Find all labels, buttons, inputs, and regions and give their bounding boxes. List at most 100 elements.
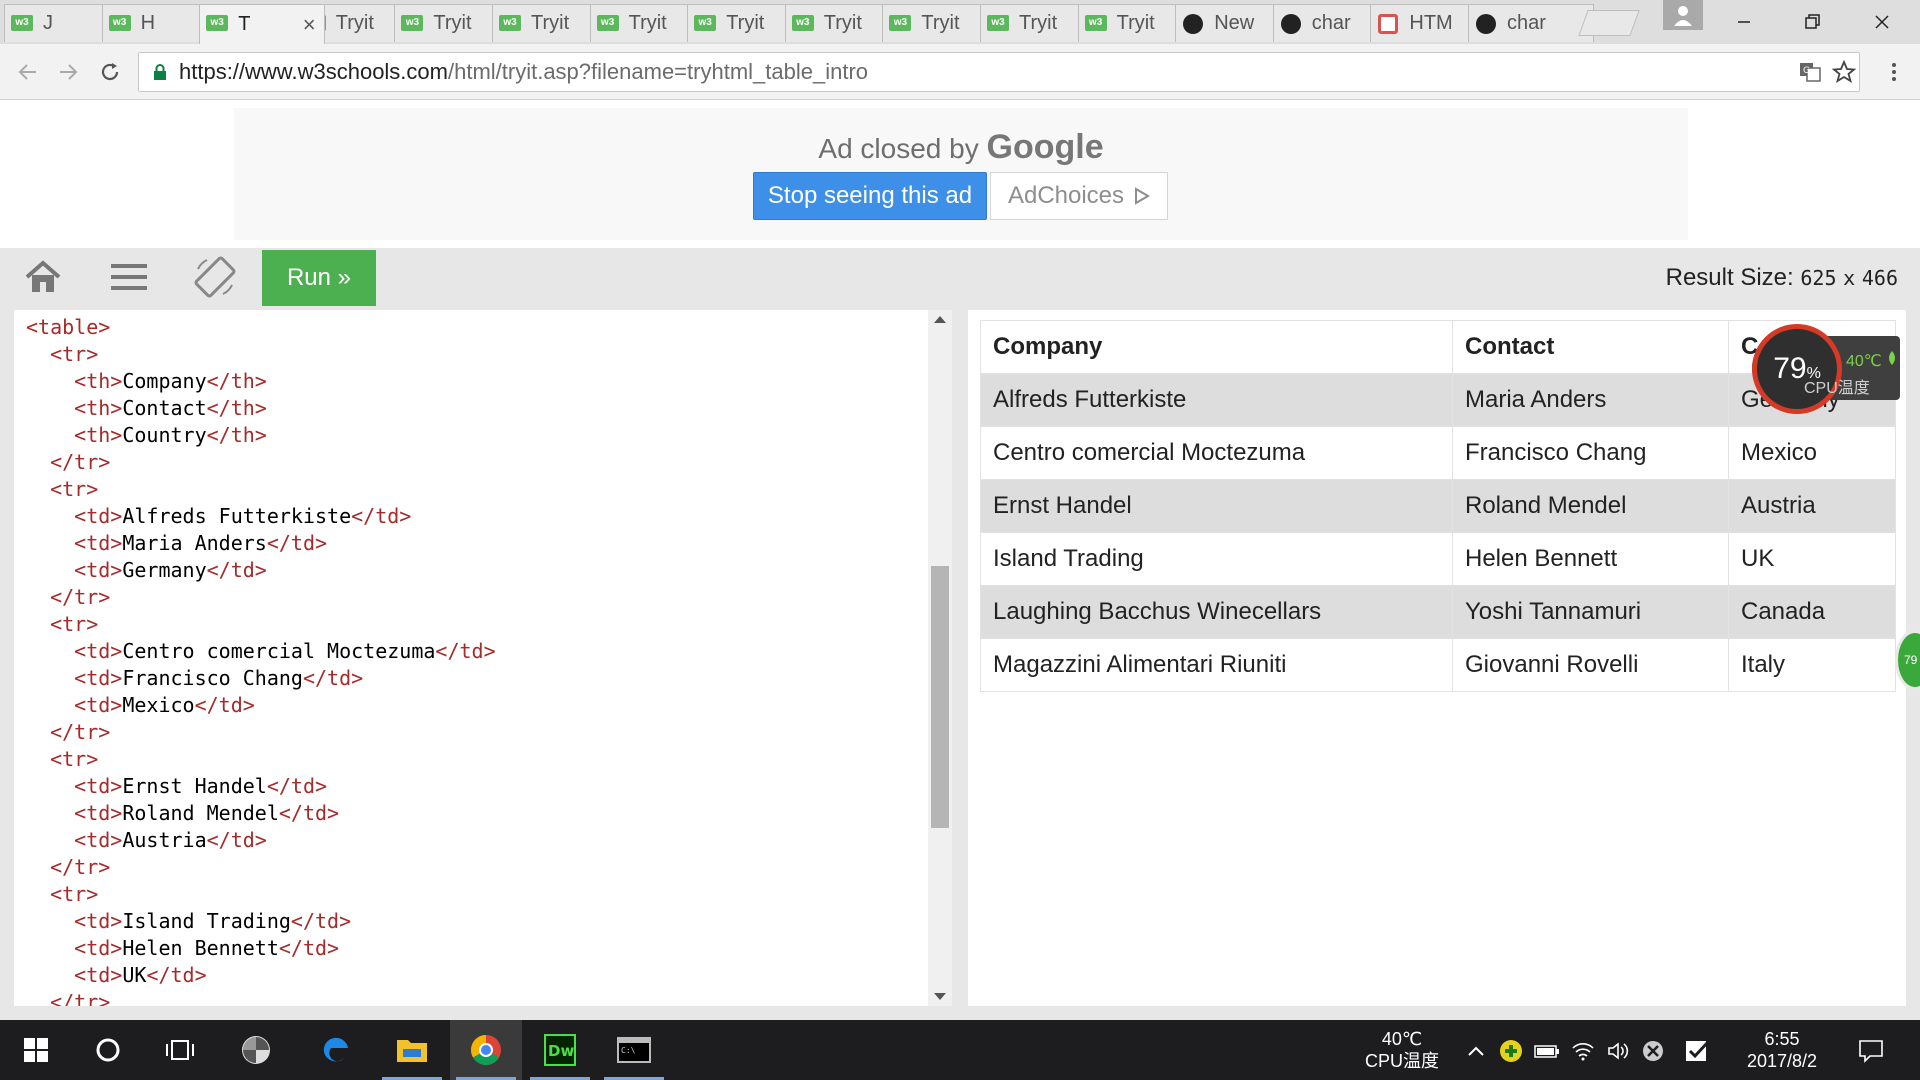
editor-scrollbar[interactable] (928, 310, 952, 1006)
github-icon (1183, 14, 1204, 34)
home-button[interactable] (18, 254, 68, 300)
code-line: </tr> (26, 584, 496, 611)
w3-favicon-icon: w3 (401, 15, 424, 31)
table-cell: Yoshi Tannamuri (1452, 585, 1729, 639)
edge-icon (323, 1037, 348, 1062)
tab-2[interactable]: w3 T × (199, 4, 326, 44)
tab-close-icon[interactable]: × (300, 12, 318, 38)
scroll-down-arrow[interactable] (934, 993, 946, 1000)
action-center-button[interactable] (1858, 1038, 1884, 1064)
code-tag: <td> (74, 693, 123, 717)
code-tag: <table> (26, 315, 111, 339)
close-window-button[interactable] (1852, 0, 1912, 44)
minimize-button[interactable] (1714, 0, 1774, 44)
rotate-orientation-button[interactable] (190, 254, 240, 300)
taskbar-app-chrome[interactable] (450, 1020, 522, 1080)
profile-button[interactable] (1663, 0, 1703, 30)
translate-button[interactable]: G (1792, 54, 1828, 90)
home-icon (25, 260, 61, 292)
code-line: <td>Roland Mendel</td> (26, 800, 496, 827)
clock-date: 2017/8/2 (1746, 1051, 1818, 1071)
adchoices-icon (1135, 187, 1151, 205)
cortana-circle-icon (96, 1038, 120, 1062)
code-editor[interactable]: <table> <tr> <th>Company</th> <th>Contac… (14, 310, 952, 1006)
stop-seeing-ad-button[interactable]: Stop seeing this ad (753, 172, 987, 220)
code-tag: </th> (206, 423, 267, 447)
cpu-usage-gauge[interactable]: 79% (1752, 324, 1842, 414)
bookmark-star-button[interactable] (1826, 54, 1862, 90)
run-button[interactable]: Run » (262, 250, 376, 306)
w3-favicon-icon: w3 (206, 15, 229, 31)
code-text-content: Germany (122, 558, 207, 582)
scrollbar-thumb[interactable] (931, 566, 949, 828)
ad-closed-text: Ad closed by Google (234, 128, 1688, 167)
code-text-content: Helen Bennett (122, 936, 279, 960)
code-line: <table> (26, 314, 496, 341)
code-line: <tr> (26, 611, 496, 638)
code-text-content: Francisco Chang (122, 666, 303, 690)
back-button[interactable] (10, 54, 46, 90)
w3-favicon-icon: w3 (1084, 15, 1107, 31)
browser-menu-button[interactable] (1876, 54, 1912, 90)
table-cell: Alfreds Futterkiste (980, 373, 1453, 427)
table-cell: Austria (1728, 479, 1896, 533)
minimize-icon (1738, 21, 1750, 23)
task-view-button[interactable] (144, 1020, 216, 1080)
address-bar[interactable]: https://www.w3schools.com/html/tryit.asp… (138, 52, 1860, 92)
code-tag: <th> (74, 369, 123, 393)
code-tag: </tr> (50, 990, 111, 1006)
html5-icon (1378, 14, 1399, 34)
restore-button[interactable] (1782, 0, 1842, 44)
cpu-label: CPU温度 (1804, 380, 1870, 397)
result-size: Result Size: 625 x 466 (1666, 264, 1898, 292)
code-line: <th>Country</th> (26, 422, 496, 449)
tray-cpu-temp[interactable]: 40℃ CPU温度 (1360, 1028, 1444, 1072)
code-text-content: Mexico (122, 693, 195, 717)
reload-button[interactable] (92, 54, 128, 90)
dreamweaver-icon: Dw (544, 1034, 576, 1066)
forward-button[interactable] (50, 54, 86, 90)
table-cell: Island Trading (980, 532, 1453, 586)
code-text-content: UK (122, 963, 147, 987)
tab-15[interactable]: char (1468, 4, 1594, 42)
show-hidden-icons-button[interactable] (1463, 1038, 1489, 1064)
code-tag: <th> (74, 396, 123, 420)
svg-text:C:\: C:\ (621, 1046, 636, 1055)
menu-button[interactable] (104, 254, 154, 300)
result-size-label: Result Size: (1665, 264, 1794, 291)
chevron-up-icon (1468, 1046, 1484, 1056)
table-row: Laughing Bacchus Winecellars Yoshi Tannam… (980, 585, 1896, 639)
code-line: </tr> (26, 989, 496, 1006)
tray-volume[interactable] (1606, 1038, 1632, 1064)
code-text[interactable]: <table> <tr> <th>Company</th> <th>Contac… (26, 314, 496, 1006)
code-tag: <tr> (50, 612, 99, 636)
tray-checkbox-app[interactable] (1684, 1038, 1710, 1064)
lock-icon (154, 64, 166, 80)
taskbar-app-terminal[interactable]: C:\ (598, 1020, 670, 1080)
start-button[interactable] (0, 1020, 72, 1080)
table-cell: Laughing Bacchus Winecellars (980, 585, 1453, 639)
header-contact: Contact (1452, 320, 1729, 374)
tray-wifi[interactable] (1570, 1038, 1596, 1064)
code-line: <tr> (26, 341, 496, 368)
tab-label: Tryit (628, 12, 667, 34)
tray-battery[interactable] (1534, 1038, 1560, 1064)
taskbar-app-file-explorer[interactable] (376, 1020, 448, 1080)
w3-favicon-icon: w3 (987, 15, 1009, 31)
result-pane: Company Contact Country Alfreds Futterki… (968, 310, 1906, 1006)
plus-shield-icon (1500, 1040, 1522, 1062)
new-tab-button[interactable] (1578, 10, 1640, 36)
table-cell: Ernst Handel (980, 479, 1453, 533)
scroll-up-arrow[interactable] (934, 316, 946, 323)
tray-security-app[interactable] (1498, 1038, 1524, 1064)
adchoices-button[interactable]: AdChoices (990, 172, 1168, 220)
code-tag: </tr> (50, 720, 111, 744)
tab-label: Tryit (921, 12, 960, 34)
search-button[interactable] (72, 1020, 144, 1080)
taskbar-app-pinwheel[interactable] (220, 1020, 292, 1080)
clock[interactable]: 6:55 2017/8/2 (1724, 1028, 1840, 1072)
taskbar-app-dreamweaver[interactable]: Dw (524, 1020, 596, 1080)
taskbar-app-edge[interactable] (300, 1020, 372, 1080)
tray-network-disconnected[interactable] (1640, 1038, 1666, 1064)
code-text-content: Company (122, 369, 207, 393)
